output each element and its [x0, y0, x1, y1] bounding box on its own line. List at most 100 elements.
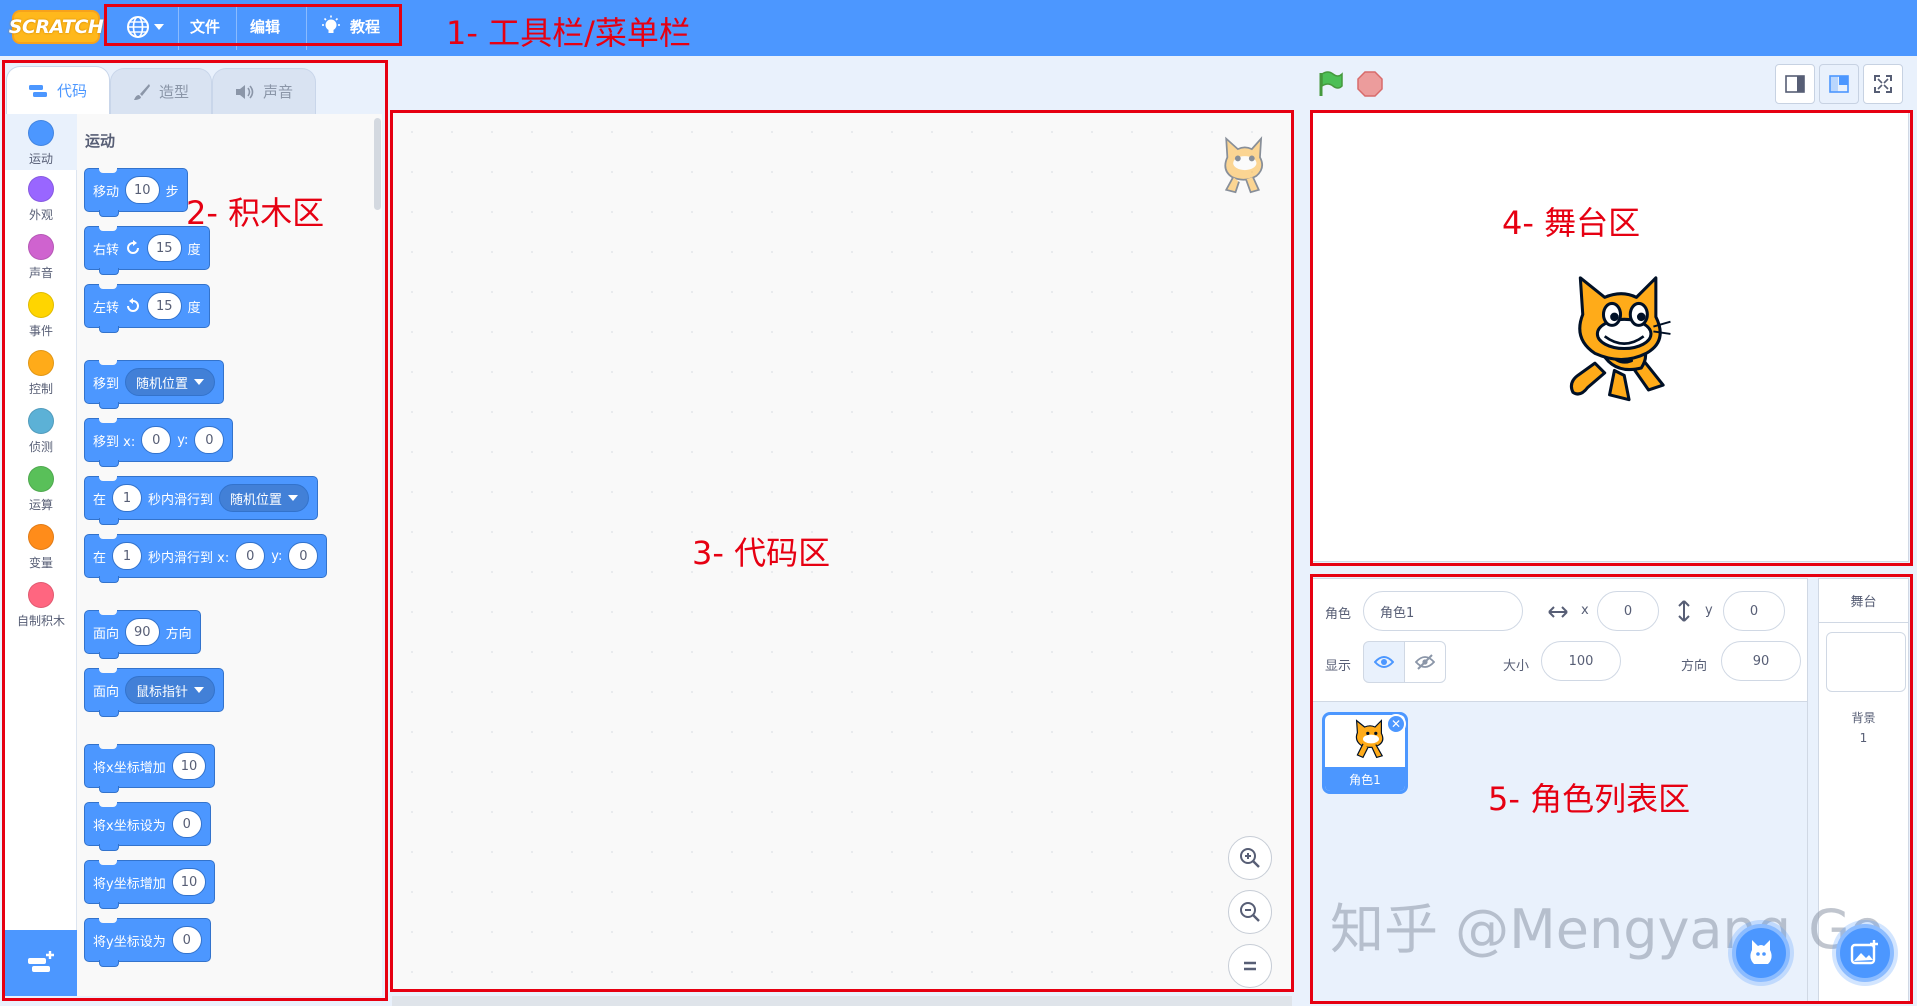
- block-text: 度: [187, 242, 201, 258]
- show-sprite-button[interactable]: [1363, 641, 1405, 683]
- zoom-in-button[interactable]: [1228, 836, 1272, 880]
- block-glide[interactable]: 在 1 秒内滑行到 随机位置: [84, 476, 319, 525]
- category-label: 事件: [28, 324, 53, 338]
- block-point-direction[interactable]: 面向 90 方向: [84, 610, 201, 659]
- zoom-in-icon: [1240, 848, 1260, 868]
- category-dot: [28, 350, 54, 376]
- block-goto[interactable]: 移到 随机位置: [84, 360, 225, 409]
- cat-thumbnail: [1355, 719, 1384, 759]
- block-number-input[interactable]: 10: [171, 752, 207, 780]
- block-number-input[interactable]: 0: [171, 926, 202, 954]
- block-text: 面向: [93, 626, 120, 642]
- watermark: 知乎 @Mengyang Ge: [1330, 898, 1884, 961]
- category-looks[interactable]: 外观: [5, 176, 77, 223]
- block-number-input[interactable]: 10: [125, 176, 160, 204]
- block-set-y[interactable]: 将y坐标设为 0: [84, 918, 211, 967]
- block-dropdown[interactable]: 随机位置: [125, 368, 216, 396]
- block-move-steps[interactable]: 移动 10 步: [84, 168, 188, 217]
- category-dot: [28, 120, 54, 146]
- category-label: 侦测: [28, 440, 53, 454]
- category-sensing[interactable]: 侦测: [5, 408, 77, 455]
- backdrop-thumbnail[interactable]: [1826, 632, 1906, 692]
- block-glide-xy[interactable]: 在 1 秒内滑行到 x: 0 y: 0: [84, 534, 328, 583]
- caret-down-icon: [288, 495, 299, 501]
- direction-label: 方向: [1681, 659, 1708, 674]
- sprite-name-label: 角色: [1325, 607, 1352, 622]
- block-number-input[interactable]: 15: [147, 292, 182, 320]
- block-dropdown[interactable]: 随机位置: [219, 484, 310, 512]
- size-label: 大小: [1503, 659, 1530, 674]
- zoom-out-button[interactable]: [1228, 890, 1272, 934]
- block-number-input[interactable]: 0: [171, 810, 202, 838]
- category-dot: [28, 292, 54, 318]
- zoom-reset-button[interactable]: [1228, 944, 1272, 988]
- stop-button[interactable]: [1356, 70, 1384, 98]
- block-number-input[interactable]: 0: [235, 542, 266, 570]
- tab-costumes[interactable]: 造型: [110, 68, 212, 114]
- block-dropdown[interactable]: 鼠标指针: [125, 676, 216, 704]
- cat-sprite[interactable]: [1548, 273, 1676, 407]
- direction-input[interactable]: 90: [1721, 641, 1801, 681]
- annotation-label-stage: 4- 舞台区: [1502, 204, 1641, 242]
- stage-canvas[interactable]: [1312, 112, 1909, 562]
- block-number-input[interactable]: 1: [112, 484, 143, 512]
- tab-sounds[interactable]: 声音: [212, 68, 316, 114]
- block-number-input[interactable]: 10: [171, 868, 207, 896]
- block-number-input[interactable]: 0: [288, 542, 319, 570]
- code-icon: [28, 84, 47, 97]
- stage-size-controls: [1775, 64, 1903, 104]
- block-text: 移到 x:: [93, 434, 136, 450]
- block-number-input[interactable]: 1: [112, 542, 143, 570]
- category-motion[interactable]: 运动: [5, 114, 77, 170]
- x-position-input[interactable]: 0: [1597, 591, 1659, 631]
- palette-scrollbar[interactable]: [374, 118, 381, 210]
- caret-down-icon: [194, 379, 205, 385]
- block-text: 秒内滑行到 x:: [148, 550, 230, 566]
- block-text: 移到: [93, 376, 120, 392]
- choose-sprite-button[interactable]: [1732, 924, 1790, 982]
- block-number-input[interactable]: 90: [125, 618, 160, 646]
- category-label: 运动: [28, 152, 53, 166]
- block-change-y[interactable]: 将y坐标增加 10: [84, 860, 216, 909]
- workspace-horizontal-scrollbar[interactable]: [392, 996, 1292, 1006]
- tab-code[interactable]: 代码: [6, 66, 110, 114]
- code-workspace[interactable]: [392, 112, 1292, 990]
- backdrop-count: 1: [1859, 731, 1868, 745]
- dropdown-value: 随机位置: [136, 376, 189, 392]
- green-flag-button[interactable]: [1316, 70, 1344, 98]
- block-number-input[interactable]: 15: [147, 234, 182, 262]
- category-operators[interactable]: 运算: [5, 466, 77, 513]
- scratch-logo[interactable]: SCRATCH: [9, 10, 104, 44]
- block-text: 移动: [93, 184, 120, 200]
- small-stage-button[interactable]: [1775, 64, 1815, 104]
- delete-sprite-button[interactable]: ✕: [1386, 714, 1406, 734]
- normal-stage-button[interactable]: [1819, 64, 1859, 104]
- fullscreen-button[interactable]: [1863, 64, 1903, 104]
- category-variables[interactable]: 变量: [5, 524, 77, 571]
- category-my-blocks[interactable]: 自制积木: [5, 582, 77, 629]
- add-extension-button[interactable]: [5, 930, 77, 996]
- block-number-input[interactable]: 0: [141, 426, 172, 454]
- category-dot: [28, 234, 54, 260]
- block-goto-xy[interactable]: 移到 x: 0 y: 0: [84, 418, 234, 467]
- annotation-label-sprites: 5- 角色列表区: [1488, 780, 1691, 818]
- block-text: 将x坐标设为: [93, 818, 166, 834]
- eye-icon: [1374, 656, 1394, 668]
- block-point-towards[interactable]: 面向 鼠标指针: [84, 668, 225, 717]
- size-input[interactable]: 100: [1541, 641, 1621, 681]
- block-turn-left[interactable]: 左转 15 度: [84, 284, 210, 333]
- category-control[interactable]: 控制: [5, 350, 77, 397]
- block-text: 步: [165, 184, 179, 200]
- block-number-input[interactable]: 0: [194, 426, 225, 454]
- block-change-x[interactable]: 将x坐标增加 10: [84, 744, 216, 793]
- y-position-input[interactable]: 0: [1723, 591, 1785, 631]
- block-text: 在: [93, 492, 107, 508]
- category-sound[interactable]: 声音: [5, 234, 77, 281]
- annotation-box-toolbar: [104, 4, 402, 46]
- sprite-name-input[interactable]: 角色1: [1363, 591, 1523, 631]
- category-events[interactable]: 事件: [5, 292, 77, 339]
- block-set-x[interactable]: 将x坐标设为 0: [84, 802, 211, 851]
- hide-sprite-button[interactable]: [1404, 641, 1446, 683]
- cat-add-icon: [1750, 940, 1772, 964]
- choose-backdrop-button[interactable]: [1836, 924, 1894, 982]
